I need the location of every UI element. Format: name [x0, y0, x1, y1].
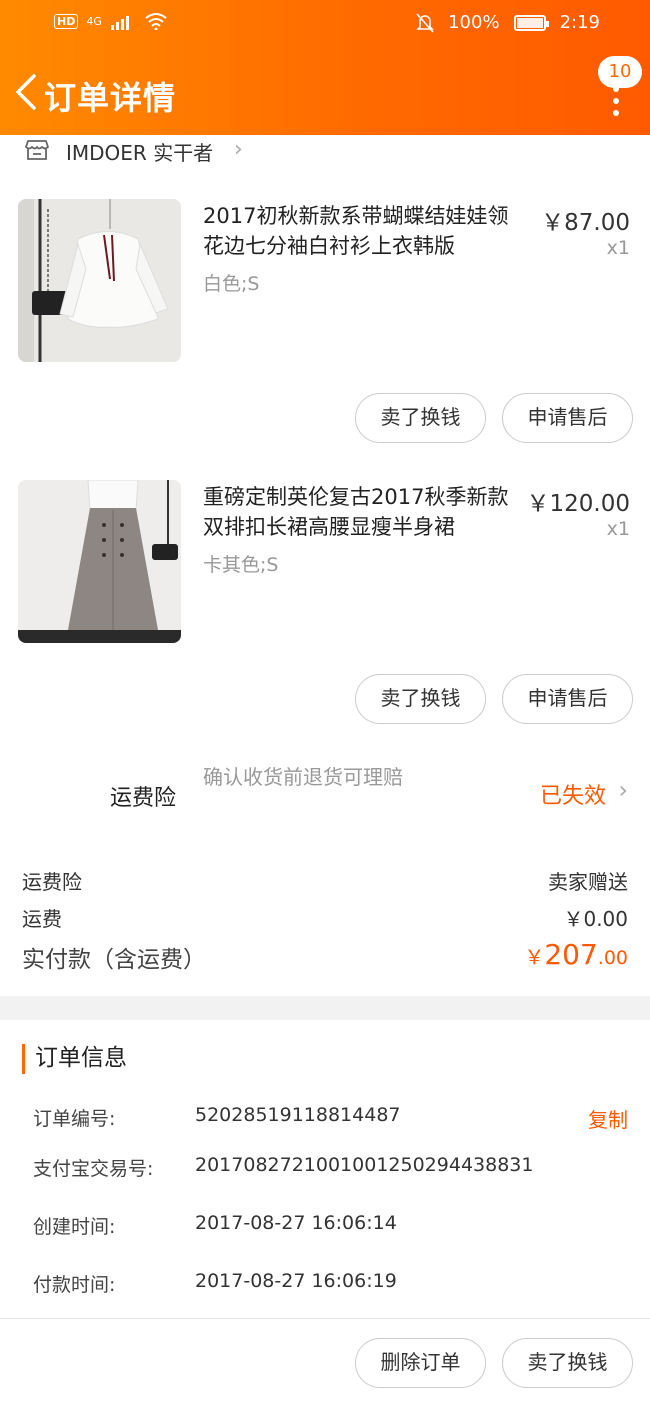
battery-icon	[513, 14, 549, 31]
product-sku: 卡其色;S	[203, 554, 279, 576]
total-integer: 207	[544, 938, 598, 971]
order-item[interactable]: 2017初秋新款系带蝴蝶结娃娃领花边七分袖白衬衫上衣韩版 白色;S ￥87.00…	[0, 199, 650, 479]
signal-icon	[110, 16, 129, 30]
currency-symbol: ￥	[524, 945, 545, 969]
product-sku: 白色;S	[203, 273, 260, 295]
app-header: HD 4G 100% 2:19 订单详情 10	[0, 0, 650, 135]
alipay-value: 2017082721001001250294438831	[195, 1154, 534, 1176]
chevron-right-icon: ›	[618, 776, 628, 804]
hd-badge: HD	[54, 13, 79, 29]
total-label: 实付款（含运费）	[22, 947, 206, 973]
shop-name: IMDOER 实干者	[66, 141, 214, 165]
total-amount: ￥207.00	[524, 938, 628, 971]
fee-value: 卖家赠送	[548, 870, 628, 894]
sell-button[interactable]: 卖了换钱	[355, 393, 486, 443]
fee-value: ￥0.00	[563, 907, 628, 931]
after-sale-button[interactable]: 申请售后	[502, 674, 633, 724]
section-divider	[0, 996, 650, 1020]
sell-button[interactable]: 卖了换钱	[355, 674, 486, 724]
product-image-skirt[interactable]	[18, 480, 181, 643]
order-info-title: 订单信息	[22, 1044, 127, 1074]
footer-divider	[0, 1318, 650, 1319]
store-icon	[25, 140, 49, 160]
created-time-row: 创建时间: 2017-08-27 16:06:14	[33, 1212, 628, 1242]
wifi-icon	[145, 13, 167, 30]
message-count-badge[interactable]: 10	[598, 56, 642, 88]
created-label: 创建时间:	[33, 1216, 116, 1238]
product-price: ￥87.00	[541, 210, 630, 236]
fee-shipping-row: 运费 ￥0.00	[22, 903, 628, 937]
mute-bell-icon	[416, 12, 435, 33]
paid-value: 2017-08-27 16:06:19	[195, 1270, 397, 1292]
copy-button[interactable]: 复制	[588, 1104, 628, 1133]
order-item[interactable]: 重磅定制英伦复古2017秋季新款双排扣长裙高腰显瘦半身裙 卡其色;S ￥120.…	[0, 480, 650, 760]
product-price: ￥120.00	[526, 491, 630, 517]
order-number-label: 订单编号:	[33, 1108, 116, 1130]
network-type: 4G	[86, 14, 102, 28]
created-value: 2017-08-27 16:06:14	[195, 1212, 397, 1234]
product-quantity: x1	[606, 518, 630, 540]
shop-row[interactable]: IMDOER 实干者 ›	[0, 135, 650, 175]
more-menu-icon[interactable]	[612, 86, 620, 116]
after-sale-button[interactable]: 申请售后	[502, 393, 633, 443]
paid-label: 付款时间:	[33, 1274, 116, 1296]
product-title[interactable]: 2017初秋新款系带蝴蝶结娃娃领花边七分袖白衬衫上衣韩版	[203, 201, 523, 261]
freight-insurance-row[interactable]: 运费险 确认收货前退货可理赔 已失效 ›	[0, 760, 650, 830]
insurance-status: 已失效	[539, 784, 606, 809]
order-number-value: 52028519118814487	[195, 1104, 401, 1126]
back-arrow-icon[interactable]	[12, 72, 42, 112]
paid-time-row: 付款时间: 2017-08-27 16:06:19	[33, 1270, 628, 1300]
product-quantity: x1	[606, 237, 630, 259]
clock: 2:19	[559, 12, 600, 33]
chevron-right-icon: ›	[234, 137, 243, 162]
insurance-description: 确认收货前退货可理赔	[203, 765, 403, 789]
fee-label: 运费	[22, 907, 62, 931]
product-title[interactable]: 重磅定制英伦复古2017秋季新款双排扣长裙高腰显瘦半身裙	[203, 482, 523, 542]
fee-label: 运费险	[22, 870, 82, 894]
fee-insurance-row: 运费险 卖家赠送	[22, 866, 628, 900]
delete-order-button[interactable]: 删除订单	[355, 1338, 486, 1388]
alipay-label: 支付宝交易号:	[33, 1158, 154, 1180]
status-bar: HD 4G 100% 2:19	[0, 10, 650, 40]
order-number-row: 订单编号: 52028519118814487 复制	[33, 1104, 628, 1134]
product-image-blouse[interactable]	[18, 199, 181, 362]
total-decimal: .00	[597, 947, 628, 969]
alipay-number-row: 支付宝交易号: 2017082721001001250294438831	[33, 1154, 628, 1184]
nav-bar: 订单详情	[0, 66, 650, 122]
total-paid-row: 实付款（含运费） ￥207.00	[22, 938, 628, 980]
page-title: 订单详情	[44, 79, 177, 117]
insurance-label: 运费险	[110, 786, 177, 811]
battery-percent: 100%	[448, 12, 500, 33]
sell-button[interactable]: 卖了换钱	[502, 1338, 633, 1388]
